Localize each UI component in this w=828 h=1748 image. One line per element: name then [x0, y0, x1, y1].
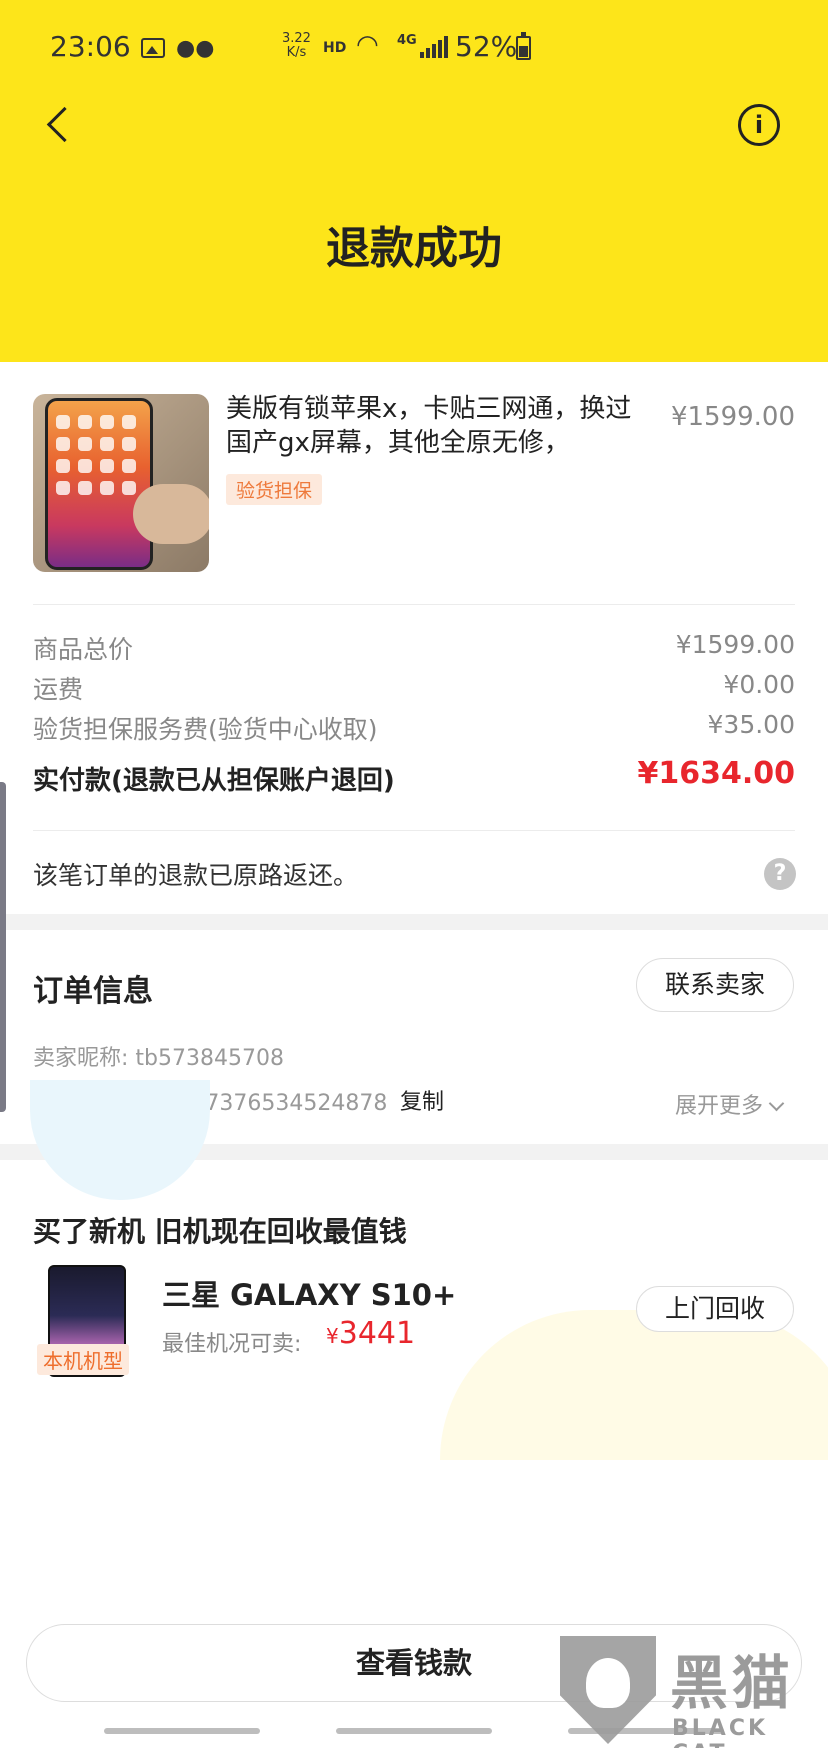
- fee-label: 运费: [33, 675, 84, 704]
- expand-more-label: 展开更多: [675, 1094, 764, 1119]
- product-title[interactable]: 美版有锁苹果x，卡贴三网通，换过国产gx屏幕，其他全原无修，: [226, 392, 646, 460]
- model-badge: 本机机型: [37, 1344, 129, 1375]
- fee-label: 商品总价: [33, 635, 134, 664]
- network-speed: 3.22 K/s: [282, 32, 311, 60]
- recycle-model-name: 三星 GALAXY S10+: [162, 1278, 457, 1312]
- copy-button[interactable]: 复制: [400, 1084, 444, 1116]
- network-type: 4G: [397, 33, 417, 48]
- currency-symbol: ¥: [326, 1324, 339, 1348]
- signal-icon: [420, 36, 448, 58]
- best-price-value: 3441: [338, 1316, 416, 1351]
- battery-percent: 52%: [455, 30, 518, 63]
- decorative-blob: [440, 1310, 828, 1460]
- contact-seller-button[interactable]: 联系卖家: [636, 958, 794, 1012]
- decorative-blob: [30, 1080, 210, 1200]
- watermark-sub: BLACK CAT: [672, 1716, 769, 1748]
- fee-value: ¥1599.00: [675, 630, 795, 659]
- network-speed-value: 3.22: [282, 31, 311, 46]
- header: 23:06 ●● 3.22 K/s HD ◠ 4G 52% i 退款成功: [0, 0, 828, 362]
- home-recycle-button[interactable]: 上门回收: [636, 1286, 794, 1332]
- recycle-promo-title: 买了新机 旧机现在回收最值钱: [33, 1215, 407, 1248]
- network-speed-unit: K/s: [286, 45, 307, 60]
- chevron-down-icon: [768, 1095, 785, 1112]
- cat-icon: [586, 1658, 630, 1708]
- image-icon: [141, 38, 165, 58]
- section-gap: [0, 914, 828, 930]
- hand: [133, 484, 209, 544]
- status-time: 23:06: [50, 30, 131, 63]
- side-scroll-edge: [0, 782, 6, 1112]
- best-price-label: 最佳机况可卖:: [162, 1332, 302, 1357]
- product-image[interactable]: [33, 394, 209, 572]
- fee-value: ¥0.00: [723, 670, 795, 699]
- page-title: 退款成功: [326, 223, 502, 274]
- expand-more-button[interactable]: 展开更多: [675, 1088, 785, 1120]
- battery-icon: [516, 32, 531, 60]
- phone-thumbnail: [45, 398, 153, 570]
- divider: [33, 830, 795, 831]
- back-arrow-icon[interactable]: [38, 100, 88, 150]
- seller-nickname: 卖家昵称: tb573845708: [33, 1046, 284, 1071]
- info-icon[interactable]: i: [738, 104, 780, 146]
- nav-pill: [104, 1728, 260, 1734]
- wifi-icon: ◠: [356, 30, 379, 60]
- product-price: ¥1599.00: [670, 402, 795, 432]
- nav-pill: [336, 1728, 492, 1734]
- refund-note: 该笔订单的退款已原路返还。: [33, 861, 359, 890]
- best-price: ¥3441: [326, 1316, 415, 1351]
- hd-indicator: HD: [323, 40, 347, 56]
- blackcat-watermark: 黑猫 BLACK CAT: [560, 1636, 828, 1748]
- order-info-title: 订单信息: [33, 974, 153, 1009]
- status-bar: 23:06 ●● 3.22 K/s HD ◠ 4G 52%: [0, 0, 828, 100]
- help-icon[interactable]: ?: [764, 858, 796, 890]
- fee-label: 验货担保服务费(验货中心收取): [33, 715, 378, 744]
- wechat-icon: ●●: [176, 36, 215, 61]
- divider: [33, 604, 795, 605]
- paid-label: 实付款(退款已从担保账户退回): [33, 766, 395, 796]
- fee-value: ¥35.00: [707, 710, 795, 739]
- paid-amount: ¥1634.00: [637, 756, 795, 791]
- guarantee-tag: 验货担保: [226, 474, 323, 505]
- watermark-text: 黑猫: [670, 1649, 795, 1717]
